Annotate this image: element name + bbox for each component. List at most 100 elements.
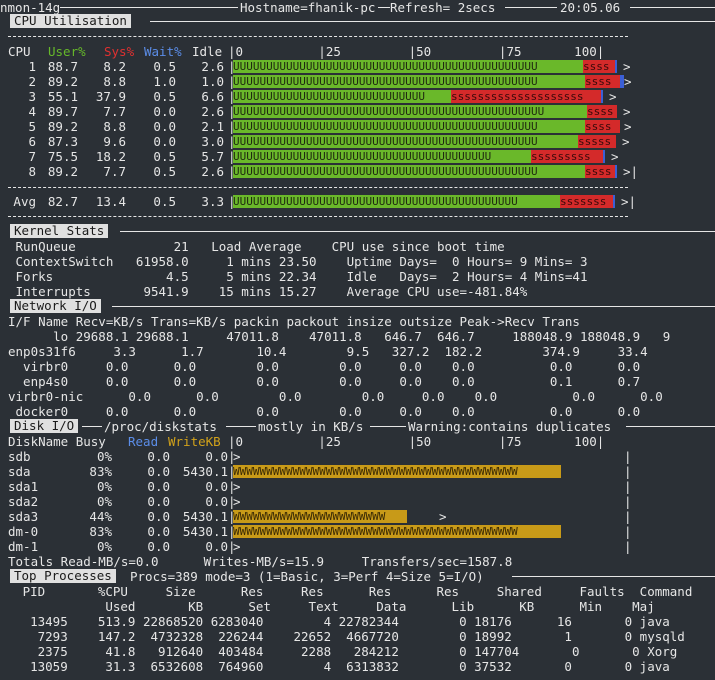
disk-row: dm-0 83% 0.0 5430.1 | WWWWWWWWWWWWWWWWWWWWWWW… [0, 524, 715, 539]
hostname: Hostname=fhanik-pc [240, 0, 376, 15]
header-line: nmon-14g Hostname=fhanik-pc Refresh= 2se… [0, 0, 715, 15]
disk-col-write: WriteKB [168, 434, 221, 449]
kernel-line: ContextSwitch 61958.0 1 mins 23.50 Uptim… [8, 254, 588, 269]
network-row: docker0 0.0 0.0 0.0 0.0 0.0 0.0 0.0 0.0 [8, 404, 641, 419]
disk-row: sdb 0% 0.0 0.0 | > | [0, 449, 715, 464]
cpu-wait: 0.0 [153, 119, 176, 134]
disk-warning: Warning:contains duplicates [408, 419, 612, 434]
bar-end: > [622, 134, 630, 149]
cpu-sys: 37.9 [95, 89, 126, 104]
col-wait: Wait% [144, 44, 182, 59]
cpu-id: Avg [13, 194, 36, 209]
bar-sys: ssss [585, 75, 620, 88]
cpu-user: 82.7 [47, 194, 78, 209]
bar-end: | [624, 464, 632, 479]
cpu-wait: 0.5 [153, 59, 176, 74]
cpu-row: 8 89.2 7.7 0.5 2.6 | UUUUUUUUUUUUUUUUUUUUUUUUU… [0, 164, 715, 179]
cpu-idle: 5.7 [201, 149, 224, 164]
top-header-1: PID %CPU Size Res Res Res Res Shared Fau… [0, 584, 693, 599]
cpu-id: 7 [28, 149, 36, 164]
network-row: virbr0-nic 0.0 0.0 0.0 0.0 0.0 0.0 0.0 0… [8, 389, 663, 404]
disk-name: sda3 [8, 509, 39, 524]
bar-end: > [623, 104, 631, 119]
cpu-idle: 3.0 [201, 134, 224, 149]
bar-user: UUUUUUUUUUUUUUUUUUUUUUUUUUUUUUUUUUUUUUUU… [233, 75, 585, 88]
bar-sys: ssssssssssssssssssss [451, 90, 601, 103]
disk-busy: 0% [96, 479, 112, 494]
cpu-bar: UUUUUUUUUUUUUUUUUUUUUUUUUUUUUUUUUUUUUUUU… [233, 105, 628, 118]
disk-write: 5430.1 [182, 509, 228, 524]
disk-busy: 0% [96, 494, 112, 509]
disk-path: /proc/diskstats [104, 419, 217, 434]
disk-read: 0.0 [147, 509, 170, 524]
disk-scale: |0 |25 |50 |75 100| [228, 434, 605, 449]
bar-user: UUUUUUUUUUUUUUUUUUUUUUUUUUUUUUUUUUUUUUUU… [233, 60, 583, 73]
bar-sys: sssssss [560, 195, 613, 208]
disk-busy: 44% [89, 509, 112, 524]
disk-read: 0.0 [147, 539, 170, 554]
bar-user: UUUUUUUUUUUUUUUUUUUUUUUUUUUUUUUUUUUUUUU [233, 150, 531, 163]
disk-name: sda1 [8, 479, 39, 494]
cpu-user: 89.2 [47, 119, 78, 134]
bar-sys: ssss [585, 165, 615, 178]
col-idle: Idle [192, 44, 223, 59]
disk-write: 0.0 [205, 449, 228, 464]
cpu-wait: 0.5 [153, 194, 176, 209]
disk-bar: WWWWWWWWWWWWWWWWWWWWWWW [233, 510, 628, 523]
cpu-user: 89.2 [47, 164, 78, 179]
bar-wait [603, 150, 605, 163]
cpu-section-title: CPU Utilisation [10, 14, 131, 28]
bar-end: | [624, 449, 632, 464]
bar-wait [615, 165, 617, 178]
cpu-bar: UUUUUUUUUUUUUUUUUUUUUUUUUUUUUUUUUUUUUUUU… [233, 165, 628, 178]
bar-end: | [624, 479, 632, 494]
cpu-idle: 1.0 [201, 74, 224, 89]
disk-section-title: Disk I/O [10, 419, 79, 433]
disk-write: 0.0 [205, 494, 228, 509]
disk-row: sda1 0% 0.0 0.0 | > | [0, 479, 715, 494]
bar-marker: > [233, 539, 241, 554]
kernel-section-title: Kernel Stats [10, 224, 109, 238]
disk-name: sda2 [8, 494, 39, 509]
cpu-id: 1 [28, 59, 36, 74]
cpu-row: 6 87.3 9.6 0.0 3.0 | UUUUUUUUUUUUUUUUUUUUUUUUU… [0, 134, 715, 149]
disk-row: dm-1 0% 0.0 0.0 | > | [0, 539, 715, 554]
process-row: 2375 41.8 912640 403484 2288 284212 0 14… [0, 644, 678, 659]
bar-marker: > [233, 449, 241, 464]
cpu-row: Avg 82.7 13.4 0.5 3.3 | UUUUUUUUUUUUUUUUUUUUUU… [0, 194, 715, 209]
clock: 20:05.06 [560, 0, 621, 15]
disk-col-name: DiskName Busy [8, 434, 106, 449]
bar-wait [613, 195, 615, 208]
cpu-row: 1 88.7 8.2 0.5 2.6 | UUUUUUUUUUUUUUUUUUUUUUUUU… [0, 59, 715, 74]
disk-name: sda [8, 464, 31, 479]
disk-name: dm-1 [8, 539, 39, 554]
bar-wait [601, 90, 603, 103]
disk-row: sda3 44% 0.0 5430.1 | WWWWWWWWWWWWWWWWWWWWWWW… [0, 509, 715, 524]
refresh-rate: Refresh= 2secs [390, 0, 496, 15]
bar-end: | [624, 539, 632, 554]
cpu-sys: 7.7 [103, 164, 126, 179]
bar-write: WWWWWWWWWWWWWWWWWWWWWWWWWWWWWWWWWWWWWWWW… [233, 465, 561, 478]
cpu-id: 5 [28, 119, 36, 134]
cpu-user: 89.7 [47, 104, 78, 119]
disk-units: mostly in KB/s [258, 419, 364, 434]
disk-row: sda 83% 0.0 5430.1 | WWWWWWWWWWWWWWWWWWWWWWWW… [0, 464, 715, 479]
disk-read: 0.0 [147, 524, 170, 539]
disk-busy: 83% [89, 464, 112, 479]
network-row: virbr0 0.0 0.0 0.0 0.0 0.0 0.0 0.0 0.0 [8, 359, 641, 374]
bar-sys: ssss [585, 120, 620, 133]
cpu-sys: 13.4 [95, 194, 126, 209]
cpu-idle: 2.6 [201, 59, 224, 74]
bar-user: UUUUUUUUUUUUUUUUUUUUUUUUUUUUUUUUUUUUUUUU… [233, 195, 560, 208]
cpu-sys: 8.8 [103, 74, 126, 89]
bar-marker: > [233, 494, 241, 509]
cpu-sys: 7.7 [103, 104, 126, 119]
disk-totals: Totals Read-MB/s=0.0 Writes-MB/s=15.9 Tr… [8, 554, 513, 569]
cpu-bar: UUUUUUUUUUUUUUUUUUUUUUUUUUUUUUUUUUUUUUUU… [233, 60, 628, 73]
cpu-bar: UUUUUUUUUUUUUUUUUUUUUUUUUUUUUUUUUUUUUUUU… [233, 120, 628, 133]
cpu-row: 4 89.7 7.7 0.0 2.6 | UUUUUUUUUUUUUUUUUUUUUUUUU… [0, 104, 715, 119]
top-summary: Procs=389 mode=3 (1=Basic, 3=Perf 4=Size… [130, 569, 484, 584]
cpu-bar: UUUUUUUUUUUUUUUUUUUUUUUUUUUUUUUUUUUUUUUU… [233, 135, 628, 148]
disk-row: sda2 0% 0.0 0.0 | > | [0, 494, 715, 509]
bar-write: WWWWWWWWWWWWWWWWWWWWWWWWWWWWWWWWWWWWWWWW… [233, 525, 561, 538]
